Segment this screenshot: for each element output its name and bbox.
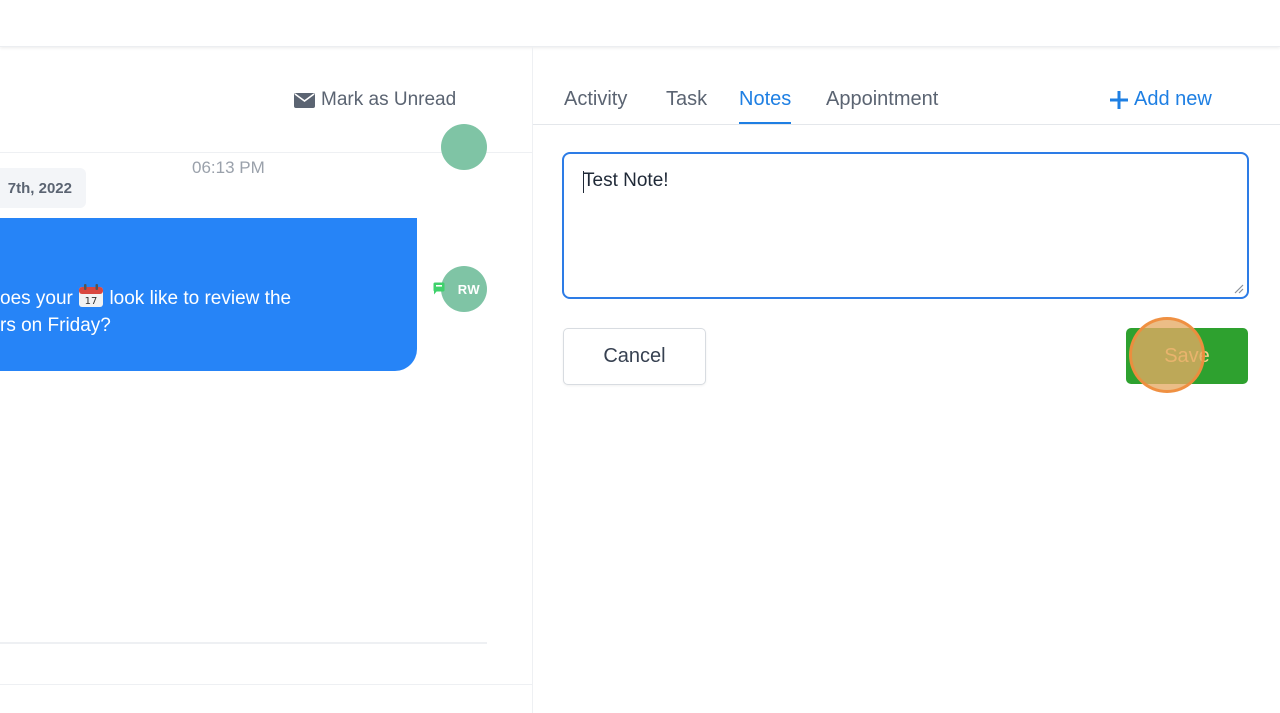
cancel-button[interactable]: Cancel <box>563 328 706 385</box>
message-text: look like to review the <box>109 288 292 309</box>
resize-handle-icon[interactable] <box>1233 283 1244 294</box>
date-chip: 7th, 2022 <box>0 168 86 208</box>
save-label: Save <box>1164 344 1210 367</box>
message-line: rs on Friday? <box>0 315 111 336</box>
tab-notes[interactable]: Notes <box>739 88 792 124</box>
detail-panel: Activity Task Notes Appointment Add new … <box>533 47 1280 713</box>
avatar <box>441 124 487 170</box>
plus-icon <box>1110 90 1128 109</box>
conversation-panel: Mark as Unread 06:13 PM 7th, 2022 oes yo… <box>0 47 533 713</box>
date-label: 7th, 2022 <box>7 179 72 197</box>
avatar-initials: RW <box>457 281 481 297</box>
add-new-label: Add new <box>1134 88 1212 110</box>
avatar-rw[interactable]: RW <box>441 266 487 312</box>
message-time: 06:13 PM <box>192 158 265 177</box>
message-thread[interactable]: 06:13 PM 7th, 2022 oes your 17 look like… <box>0 124 532 644</box>
message-text: oes your <box>0 288 73 309</box>
message-line: oes your 17 look like to review the <box>0 284 291 310</box>
save-button[interactable]: Save <box>1126 328 1248 384</box>
divider <box>0 642 487 644</box>
mark-as-unread-button[interactable]: Mark as Unread <box>294 88 456 112</box>
divider <box>0 684 532 685</box>
sms-icon <box>433 282 445 295</box>
tab-activity[interactable]: Activity <box>564 88 627 124</box>
message-bubble[interactable]: oes your 17 look like to review the rs o… <box>0 218 417 371</box>
cancel-label: Cancel <box>603 345 666 367</box>
svg-text:17: 17 <box>85 296 98 307</box>
top-bar <box>0 0 1280 47</box>
note-textarea[interactable]: Test Note! <box>562 152 1249 299</box>
tab-appointment[interactable]: Appointment <box>826 88 938 124</box>
mark-as-unread-label: Mark as Unread <box>321 89 457 110</box>
envelope-icon <box>294 92 315 108</box>
note-text: Test Note! <box>583 170 669 191</box>
calendar-emoji-icon: 17 <box>79 284 104 307</box>
tab-bar: Activity Task Notes Appointment Add new <box>533 47 1280 125</box>
add-new-button[interactable]: Add new <box>1110 88 1212 111</box>
tab-task[interactable]: Task <box>666 88 707 124</box>
